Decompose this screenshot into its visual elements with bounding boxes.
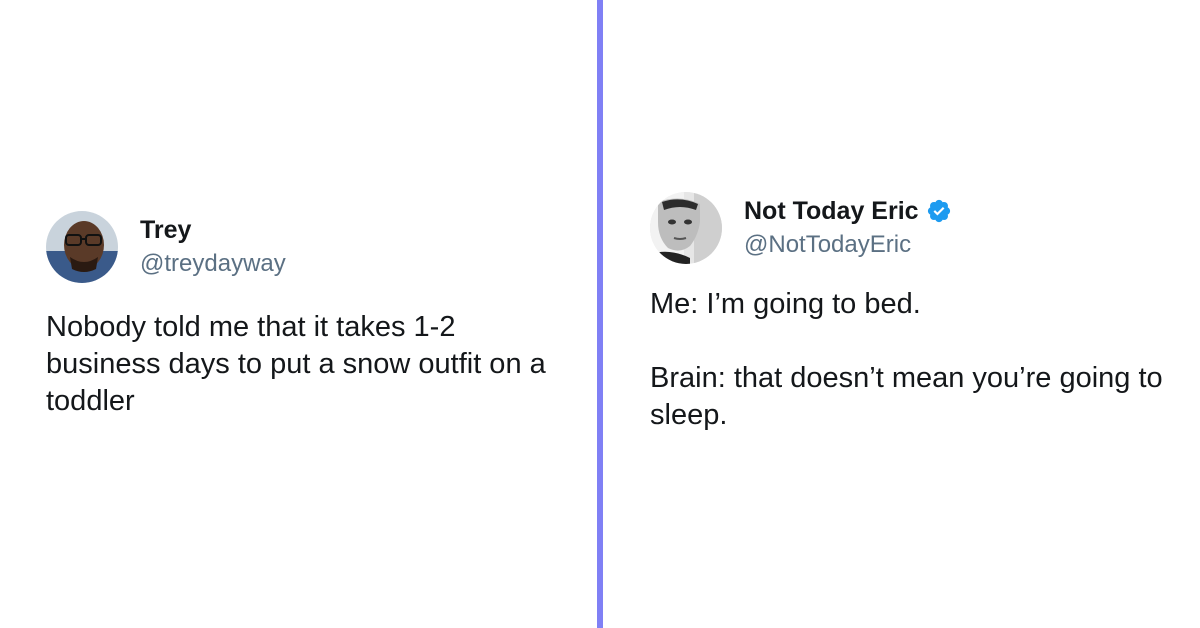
display-name[interactable]: Not Today Eric (744, 196, 919, 226)
display-name[interactable]: Trey (140, 215, 191, 245)
vertical-divider (597, 0, 603, 628)
avatar[interactable] (650, 192, 722, 264)
avatar[interactable] (46, 211, 118, 283)
display-name-row: Not Today Eric (744, 196, 952, 226)
tweet-card-trey: Trey @treydayway Nobody told me that it … (46, 211, 576, 420)
user-handle[interactable]: @NotTodayEric (744, 230, 952, 260)
verified-badge-icon (926, 198, 952, 224)
user-handle[interactable]: @treydayway (140, 249, 286, 279)
name-block: Not Today Eric @NotTodayEric (744, 196, 952, 260)
tweet-header: Trey @treydayway (46, 211, 576, 283)
tweet-header: Not Today Eric @NotTodayEric (650, 192, 1180, 264)
tweet-card-not-today-eric: Not Today Eric @NotTodayEric Me: I’m goi… (650, 192, 1180, 434)
name-block: Trey @treydayway (140, 215, 286, 279)
tweet-paragraph: Brain: that doesn’t mean you’re going to… (650, 362, 1163, 431)
tweet-text: Nobody told me that it takes 1-2 busines… (46, 309, 576, 420)
display-name-row: Trey (140, 215, 286, 245)
tweet-paragraph: Me: I’m going to bed. (650, 288, 921, 320)
canvas: Trey @treydayway Nobody told me that it … (0, 0, 1200, 628)
tweet-text: Me: I’m going to bed. Brain: that doesn’… (650, 286, 1180, 434)
tweet-paragraph: Nobody told me that it takes 1-2 busines… (46, 311, 546, 417)
